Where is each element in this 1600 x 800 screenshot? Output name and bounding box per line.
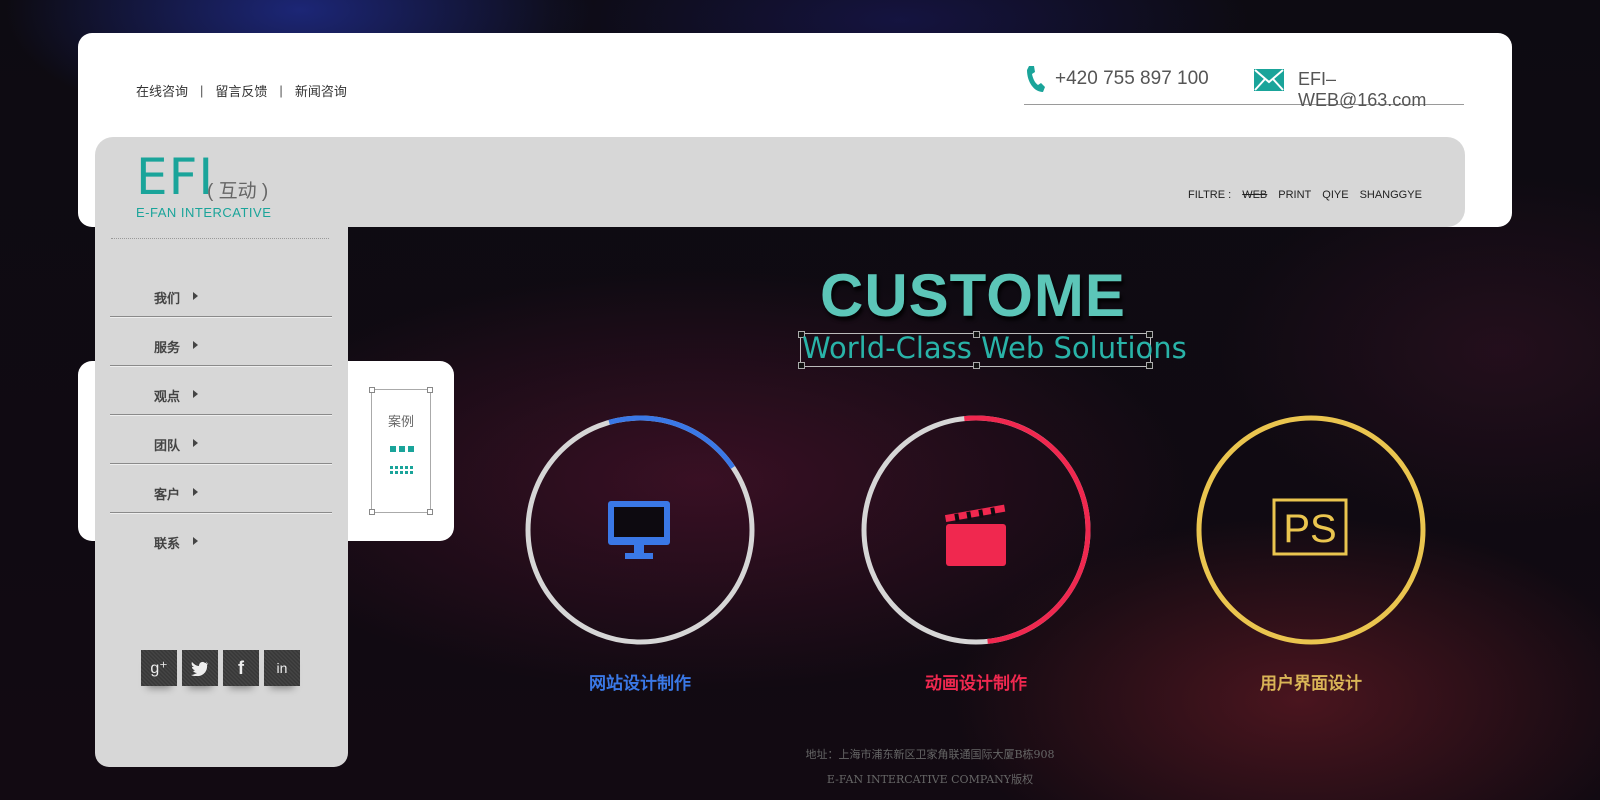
twitter-icon[interactable] [182, 650, 218, 686]
service-animation-design[interactable]: 动画设计制作 [857, 411, 1095, 693]
top-links: 在线咨询 | 留言反馈 | 新闻咨询 [136, 81, 347, 100]
ps-icon: PS [1272, 498, 1348, 556]
chevron-right-icon [193, 439, 198, 447]
case-label: 案例 [387, 414, 414, 429]
selection-handle [369, 387, 375, 393]
progress-ring [861, 415, 1091, 645]
menu-item-services[interactable]: 服务 [110, 319, 332, 366]
footer-copyright: E-FAN INTERCATIVE COMPANY版权 [826, 773, 1034, 786]
filter-print[interactable]: PRINT [1278, 189, 1311, 201]
footer: 地址：上海市浦东新区卫家角联通国际大厦B栋908 E-FAN INTERCATI… [700, 742, 1160, 792]
filter-shanggye[interactable]: SHANGGYE [1360, 189, 1422, 201]
social-links: g⁺ f in [141, 650, 300, 686]
menu-item-views[interactable]: 观点 [110, 368, 332, 415]
chevron-right-icon [193, 341, 198, 349]
footer-address: 地址：上海市浦东新区卫家角联通国际大厦B栋908 [805, 748, 1055, 761]
case-button[interactable]: 案例 [369, 387, 433, 515]
link-feedback[interactable]: 留言反馈 [215, 81, 267, 100]
mail-icon [1254, 69, 1284, 96]
service-ui-design[interactable]: PS 用户界面设计 [1192, 411, 1430, 693]
menu-label: 观点 [154, 389, 181, 404]
service-label: 用户界面设计 [1260, 674, 1362, 693]
logo-subtitle: ( 互动 ) [207, 181, 269, 202]
menu-item-clients[interactable]: 客户 [110, 466, 332, 513]
menu-label: 团队 [154, 438, 181, 453]
menu-label: 服务 [154, 340, 181, 355]
link-separator: | [279, 83, 283, 98]
clapperboard-icon [944, 504, 1006, 566]
divider [111, 238, 329, 239]
hero-subtitle: World-Class Web Solutions [802, 331, 1187, 365]
filter-web[interactable]: WEB [1242, 189, 1267, 201]
linkedin-icon[interactable]: in [264, 650, 300, 686]
service-label: 动画设计制作 [925, 674, 1027, 693]
progress-ring: PS [1196, 415, 1426, 645]
monitor-icon [608, 501, 670, 559]
facebook-icon[interactable]: f [223, 650, 259, 686]
progress-ring [525, 415, 755, 645]
logo-text[interactable]: EFI [136, 152, 214, 202]
menu-item-team[interactable]: 团队 [110, 417, 332, 464]
grid-icon [389, 446, 415, 481]
chevron-right-icon [193, 390, 198, 398]
menu-item-about[interactable]: 我们 [110, 270, 332, 317]
chevron-right-icon [193, 292, 198, 300]
link-news[interactable]: 新闻咨询 [295, 81, 347, 100]
link-online-consult[interactable]: 在线咨询 [136, 81, 188, 100]
chevron-right-icon [193, 488, 198, 496]
filter-qiye[interactable]: QIYE [1322, 189, 1348, 201]
google-plus-icon[interactable]: g⁺ [141, 650, 177, 686]
menu-label: 客户 [154, 487, 181, 502]
menu-label: 联系 [154, 536, 181, 551]
service-label: 网站设计制作 [589, 674, 691, 693]
hero-title: CUSTOME [820, 262, 1126, 329]
service-web-design[interactable]: 网站设计制作 [521, 411, 759, 693]
sidebar-menu: 我们 服务 观点 团队 客户 联系 [110, 270, 332, 563]
selection-handle [427, 387, 433, 393]
logo-tagline: E-FAN INTERCATIVE [136, 205, 272, 220]
ps-icon-text: PS [1283, 507, 1336, 551]
filter-label: FILTRE : [1188, 189, 1232, 201]
chevron-right-icon [193, 537, 198, 545]
phone-icon [1024, 64, 1046, 99]
filter-bar: FILTRE : WEB PRINT QIYE SHANGGYE [1188, 189, 1433, 201]
menu-item-contact[interactable]: 联系 [110, 515, 332, 561]
contact-bar: +420 755 897 100 EFI–WEB@163.com [1024, 64, 1464, 110]
phone-number[interactable]: +420 755 897 100 [1055, 68, 1209, 90]
email-address[interactable]: EFI–WEB@163.com [1298, 69, 1464, 111]
selection-handle [427, 509, 433, 515]
selection-handle [369, 509, 375, 515]
menu-label: 我们 [154, 291, 181, 306]
link-separator: | [200, 83, 204, 98]
